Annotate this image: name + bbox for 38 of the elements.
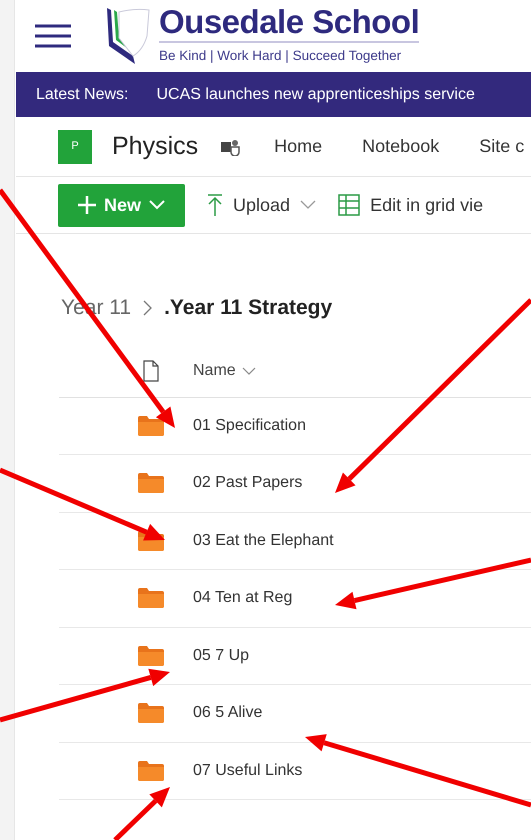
edit-grid-button[interactable]: Edit in grid vie — [338, 192, 484, 218]
nav-link[interactable]: Notebook — [362, 133, 440, 160]
folder-name[interactable]: 05 7 Up — [193, 644, 250, 668]
nav-link[interactable]: Site c — [479, 133, 524, 160]
chevron-down-icon — [149, 200, 166, 210]
school-name: Ousedale School — [159, 5, 420, 38]
upload-button[interactable]: Upload — [207, 192, 316, 218]
current-folder: .Year 11 Strategy — [164, 295, 332, 321]
folder-name[interactable]: 01 Specification — [193, 414, 306, 438]
news-label: Latest News: — [36, 84, 128, 104]
folder-name[interactable]: 04 Ten at Reg — [193, 586, 292, 610]
chevron-down-icon — [242, 367, 256, 375]
site-logo: P — [58, 130, 92, 164]
folder-name[interactable]: 07 Useful Links — [193, 758, 302, 783]
folder-icon — [138, 760, 164, 781]
upload-arrow-icon — [207, 194, 224, 216]
site-title[interactable]: Physics — [112, 128, 198, 166]
folder-name[interactable]: 06 5 Alive — [193, 701, 262, 726]
plus-icon — [78, 196, 96, 214]
shield-logo-icon — [105, 6, 151, 66]
school-motto: Be Kind | Work Hard | Succeed Together — [159, 41, 420, 67]
file-type-icon[interactable] — [143, 360, 159, 382]
annotation-arrow — [113, 787, 170, 840]
teams-icon[interactable] — [220, 138, 240, 156]
folder-name[interactable]: 02 Past Papers — [193, 471, 302, 496]
news-headline[interactable]: UCAS launches new apprenticeships service — [156, 82, 475, 106]
folder-icon — [138, 473, 164, 494]
folder-name[interactable]: 03 Eat the Elephant — [193, 528, 334, 553]
nav-link[interactable]: Home — [274, 133, 322, 160]
folder-icon — [138, 703, 164, 724]
chevron-down-icon — [300, 200, 316, 210]
folder-icon — [138, 646, 164, 666]
column-header[interactable]: Name — [193, 359, 256, 383]
grid-icon — [338, 194, 360, 216]
chevron-right-icon — [143, 300, 152, 316]
folder-icon — [138, 588, 164, 608]
menu-icon[interactable] — [35, 24, 71, 48]
folder-icon — [138, 416, 164, 436]
